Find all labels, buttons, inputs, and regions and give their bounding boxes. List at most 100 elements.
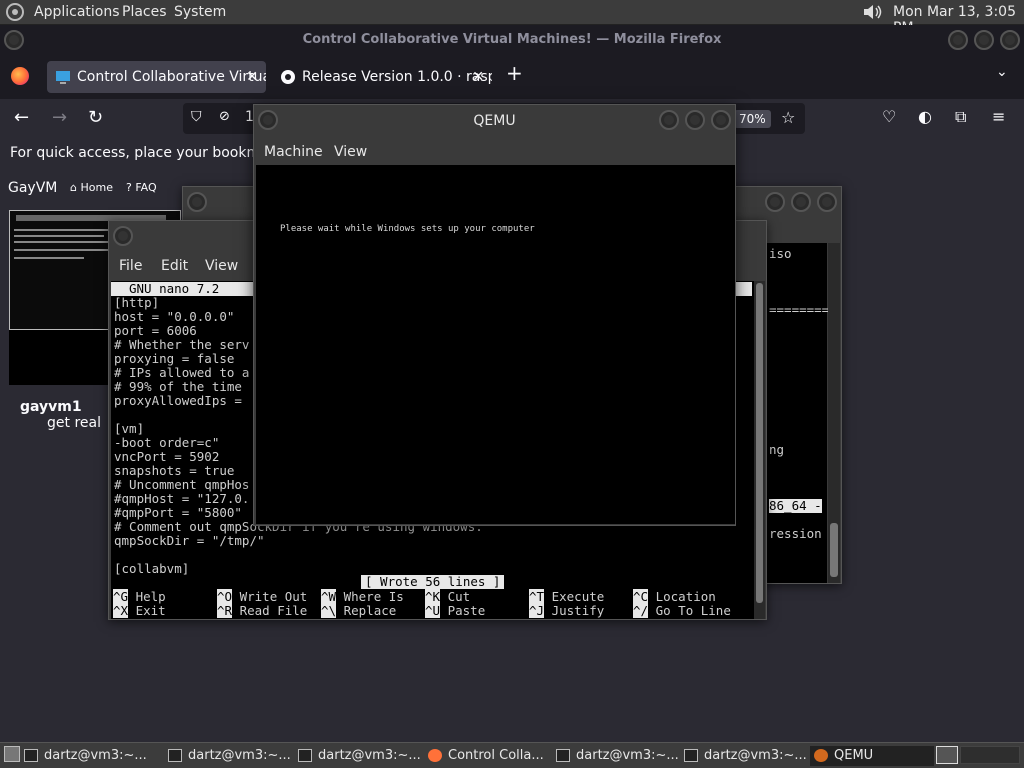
maximize-icon[interactable] [791,192,811,212]
code-line: [http] [114,295,160,310]
qemu-title: QEMU [473,113,516,129]
close-icon[interactable] [711,110,731,130]
maximize-icon[interactable] [685,110,705,130]
reload-icon[interactable]: ↻ [88,107,103,128]
window-menu-buttons [113,226,133,246]
task-terminal-1[interactable]: dartz@vm3:~... [20,746,160,766]
terminal-icon [24,749,38,762]
task-firefox[interactable]: Control Colla... [424,746,550,766]
workspace-2[interactable] [960,746,1020,764]
qemu-icon [814,749,828,762]
terminal-text: 86_64 - [769,498,822,513]
task-qemu[interactable]: QEMU [810,746,934,766]
account-icon[interactable]: ◐ [918,107,932,126]
menu-view[interactable]: View [205,258,238,274]
back-arrow-icon[interactable]: ← [14,107,29,128]
task-terminal-5[interactable]: dartz@vm3:~... [680,746,806,766]
terminal-icon [298,749,312,762]
code-line: # Uncomment qmpHos [114,477,250,492]
new-tab-button[interactable]: + [506,61,523,85]
qemu-titlebar[interactable]: QEMU [254,105,735,137]
scrollbar[interactable] [828,243,840,583]
shortcut-go-to-line: ^/ Go To Line [633,603,731,618]
task-terminal-4[interactable]: dartz@vm3:~... [552,746,678,766]
minimize-icon[interactable] [659,110,679,130]
menu-file[interactable]: File [119,258,142,274]
firefox-titlebar[interactable]: Control Collaborative Virtual Machines! … [0,25,1024,55]
qemu-menubar: Machine View [254,137,735,165]
minimize-icon[interactable] [765,192,785,212]
terminal-text: iso [769,246,792,261]
qemu-window[interactable]: QEMU Machine View Please wait while Wind… [253,104,736,526]
shield-icon[interactable]: ⛉ [191,109,202,125]
window-controls [765,192,837,212]
vm-name[interactable]: gayvm1 [20,399,82,415]
code-line: snapshots = true [114,463,235,478]
vm-display[interactable]: Please wait while Windows sets up your c… [256,165,735,524]
shortcut-where-is: ^W Where Is [321,589,404,604]
show-desktop-icon[interactable] [4,746,20,762]
shortcut-help: ^G Help [113,589,166,604]
vm-screen-message: Please wait while Windows sets up your c… [280,224,535,234]
window-menu-icon[interactable] [113,226,133,246]
applications-menu[interactable]: Applications [34,4,120,20]
system-menu[interactable]: System [174,4,226,20]
maximize-icon[interactable] [974,30,994,50]
shortcut-execute: ^T Execute [529,589,605,604]
window-menu-icon[interactable] [258,110,278,130]
menu-view[interactable]: View [334,144,367,160]
tab-collabvm[interactable]: Control Collaborative Virtual Machines! … [47,61,266,93]
workspace-1[interactable] [936,746,958,764]
places-menu[interactable]: Places [122,4,167,20]
tab-close-icon[interactable]: ✕ [472,61,484,93]
shortcut-read-file: ^R Read File [217,603,308,618]
tab-label: Control Collaborative Virtual Machines! [77,69,266,85]
faq-link[interactable]: ? FAQ [126,181,157,194]
window-menu-buttons [187,192,207,212]
menu-edit[interactable]: Edit [161,258,188,274]
home-link[interactable]: ⌂ Home [70,181,113,194]
extensions-icon[interactable]: ⧉ [955,107,966,127]
pocket-icon[interactable]: ♡ [882,107,896,126]
shortcut-location: ^C Location [633,589,716,604]
window-menu-icon[interactable] [187,192,207,212]
insecure-lock-icon[interactable]: ⊘ [219,109,230,124]
close-icon[interactable] [1000,30,1020,50]
code-line: -boot order=c" [114,435,220,450]
code-line: qmpSockDir = "/tmp/" [114,533,265,548]
hamburger-menu-icon[interactable]: ≡ [992,107,1005,126]
site-title[interactable]: GayVM [8,180,57,196]
window-controls [659,110,731,130]
chevron-down-icon[interactable]: ⌄ [996,64,1008,80]
vm-description: get real [47,415,101,431]
tab-release[interactable]: Release Version 1.0.0 · raspberry ✕ [272,61,492,93]
taskbar: dartz@vm3:~... dartz@vm3:~... dartz@vm3:… [0,742,1024,768]
zoom-level[interactable]: 70% [734,110,771,128]
minimize-icon[interactable] [948,30,968,50]
tab-close-icon[interactable]: ✕ [246,61,258,93]
bookmark-star-icon[interactable]: ☆ [781,108,795,127]
scrollbar[interactable] [754,281,765,619]
code-line: host = "0.0.0.0" [114,309,235,324]
code-line: # Whether the serv [114,337,250,352]
window-title: Control Collaborative Virtual Machines! … [302,32,722,47]
tab-label: Release Version 1.0.0 · raspberry [302,69,492,85]
forward-arrow-icon[interactable]: → [52,107,67,128]
shortcut-replace: ^\ Replace [321,603,397,618]
window-menu-icon[interactable] [4,30,24,50]
window-menu-buttons [4,30,24,50]
task-terminal-2[interactable]: dartz@vm3:~... [164,746,290,766]
code-line: # 99% of the time [114,379,242,394]
close-icon[interactable] [817,192,837,212]
terminal-text: ng [769,442,785,457]
task-terminal-3[interactable]: dartz@vm3:~... [294,746,420,766]
gnome-foot-icon[interactable] [6,3,24,21]
question-icon: ? [126,181,132,194]
firefox-menu-icon[interactable] [11,67,29,85]
code-line: vncPort = 5902 [114,449,220,464]
menu-machine[interactable]: Machine [264,144,323,160]
volume-icon[interactable] [862,3,884,21]
window-menu-buttons [258,110,278,130]
shortcut-cut: ^K Cut [425,589,471,604]
code-line: [vm] [114,421,145,436]
